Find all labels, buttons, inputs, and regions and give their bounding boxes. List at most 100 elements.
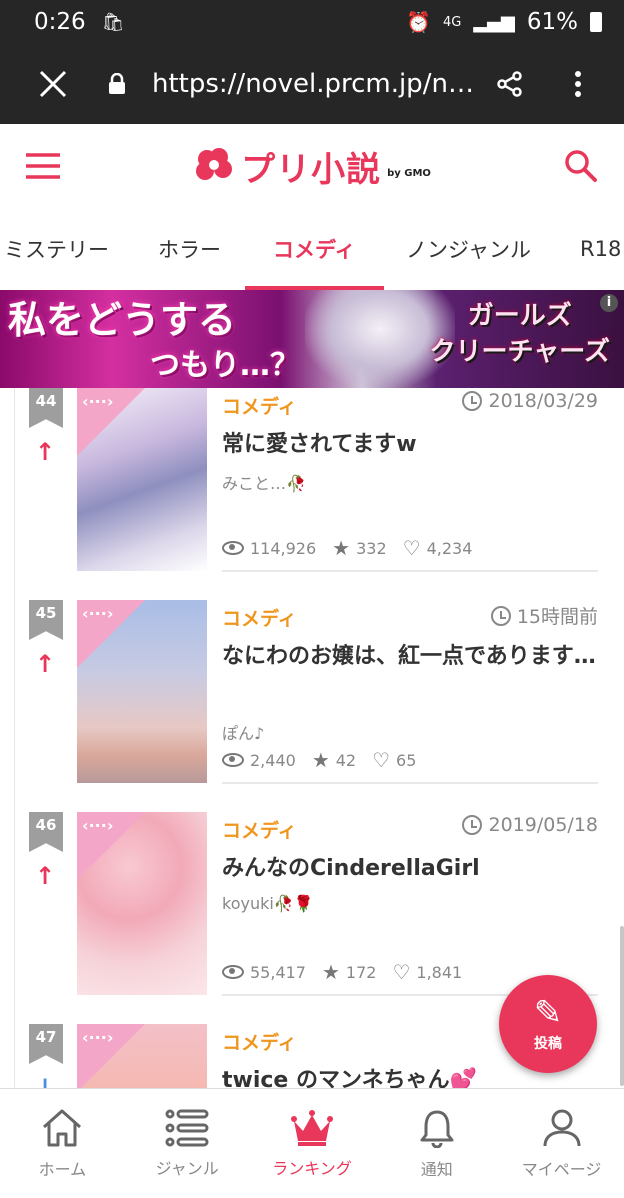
story-author[interactable]: koyuki🥀🌹 bbox=[222, 894, 314, 913]
bookmark-dots-icon: ‹···› bbox=[82, 392, 114, 411]
network-label: 4G bbox=[442, 14, 462, 30]
shop-notification-icon: 🛍 bbox=[101, 11, 125, 33]
ad-info-icon[interactable]: i bbox=[600, 294, 618, 312]
status-bar: 0:26 🛍 ⏰ 4G ▂▄▆ 61% bbox=[0, 0, 624, 44]
browser-url-bar: https://novel.prcm.jp/nove… bbox=[0, 44, 624, 124]
genre-label: コメディ bbox=[222, 820, 297, 842]
lock-icon bbox=[109, 73, 125, 94]
list-icon bbox=[165, 1109, 209, 1146]
rank-up-icon: ↑ bbox=[35, 438, 56, 466]
pencil-icon: ✎ bbox=[533, 993, 563, 1033]
genre-tabs: ミステリー ホラー コメディ ノンジャンル R18 bbox=[0, 208, 624, 290]
banner-copy-line1: 私をどうする bbox=[8, 298, 237, 342]
crown-icon bbox=[290, 1109, 333, 1146]
nav-home-label: ホーム bbox=[38, 1159, 87, 1179]
clock-icon bbox=[490, 605, 511, 626]
view-count: 114,926 bbox=[250, 538, 317, 558]
star-icon: ★ bbox=[332, 536, 351, 560]
views-icon bbox=[222, 753, 244, 767]
battery-icon bbox=[590, 12, 602, 32]
rank-down-icon: ↓ bbox=[35, 1074, 56, 1088]
search-icon[interactable] bbox=[564, 149, 598, 183]
rank-up-icon: ↑ bbox=[35, 862, 56, 890]
view-count: 2,440 bbox=[250, 750, 296, 770]
like-count: 65 bbox=[396, 750, 417, 770]
ad-banner[interactable]: 私をどうする つもり…？ ガールズ クリーチャーズ i bbox=[0, 290, 624, 388]
story-title[interactable]: みんなのCinderellaGirl bbox=[222, 852, 598, 885]
page-scrollbar[interactable] bbox=[620, 926, 624, 1086]
updated-date: 2019/05/18 bbox=[488, 814, 598, 836]
tab-nongenre[interactable]: ノンジャンル bbox=[406, 208, 531, 290]
star-icon: ★ bbox=[311, 748, 330, 772]
ranking-item[interactable]: 44 ↑ ‹···› コメディ 2018/03/29 常に愛されてますw みこと… bbox=[15, 388, 615, 600]
battery-percent: 61% bbox=[526, 9, 578, 35]
like-count: 1,841 bbox=[416, 962, 463, 982]
views-icon bbox=[222, 965, 244, 979]
tab-comedy[interactable]: コメディ bbox=[245, 208, 383, 290]
banner-game-title-line1: ガールズ bbox=[467, 301, 572, 331]
logo-text: プリ小説 bbox=[241, 149, 382, 190]
flower-logo-icon bbox=[196, 148, 233, 180]
nav-notifications-label: 通知 bbox=[420, 1159, 453, 1179]
like-count: 4,234 bbox=[426, 538, 473, 558]
rank-up-icon: ↑ bbox=[35, 650, 56, 678]
app-header: プリ小説 by GMO bbox=[0, 124, 624, 208]
view-count: 55,417 bbox=[250, 962, 306, 982]
story-thumbnail[interactable]: ‹···› bbox=[77, 388, 207, 571]
updated-date: 15時間前 bbox=[516, 606, 598, 628]
clock-icon bbox=[462, 815, 483, 835]
tab-r18[interactable]: R18 bbox=[580, 208, 621, 290]
heart-icon: ♡ bbox=[392, 960, 411, 984]
story-author[interactable]: ぽん♪ bbox=[222, 720, 264, 744]
clock-icon bbox=[462, 391, 483, 411]
alarm-icon: ⏰ bbox=[406, 10, 431, 34]
rank-badge: 47 bbox=[29, 1024, 63, 1064]
rank-badge: 45 bbox=[29, 600, 63, 640]
tab-mystery[interactable]: ミステリー bbox=[4, 208, 109, 290]
nav-genre-label: ジャンル bbox=[155, 1158, 219, 1178]
heart-icon: ♡ bbox=[402, 536, 421, 560]
more-menu-icon[interactable] bbox=[574, 70, 582, 98]
nav-genre[interactable]: ジャンル bbox=[125, 1089, 250, 1198]
story-thumbnail[interactable]: ‹···› bbox=[77, 1024, 207, 1088]
nav-notifications[interactable]: 通知 bbox=[374, 1089, 499, 1198]
story-title[interactable]: なにわのお嬢は、紅一点であります… bbox=[222, 640, 598, 673]
nav-ranking-label: ランキング bbox=[272, 1158, 352, 1178]
rank-badge: 44 bbox=[29, 388, 63, 428]
nav-mypage-label: マイページ bbox=[521, 1159, 602, 1179]
close-icon[interactable] bbox=[38, 69, 68, 99]
nav-mypage[interactable]: マイページ bbox=[499, 1089, 624, 1198]
bookmark-dots-icon: ‹···› bbox=[82, 816, 114, 835]
hamburger-menu-icon[interactable] bbox=[26, 153, 60, 179]
nav-home[interactable]: ホーム bbox=[0, 1089, 125, 1198]
url-text[interactable]: https://novel.prcm.jp/nove… bbox=[152, 69, 482, 99]
story-title[interactable]: 常に愛されてますw bbox=[222, 428, 598, 461]
bookmark-dots-icon: ‹···› bbox=[82, 1028, 114, 1047]
person-icon bbox=[543, 1109, 581, 1146]
tab-horror[interactable]: ホラー bbox=[158, 208, 221, 290]
star-count: 332 bbox=[356, 538, 387, 558]
star-count: 172 bbox=[345, 962, 377, 982]
genre-label: コメディ bbox=[222, 608, 297, 630]
genre-label: コメディ bbox=[222, 396, 297, 418]
post-button-label: 投稿 bbox=[534, 1036, 562, 1052]
star-icon: ★ bbox=[321, 960, 340, 984]
story-thumbnail[interactable]: ‹···› bbox=[77, 600, 207, 783]
story-author[interactable]: みこと…🥀 bbox=[222, 470, 306, 494]
status-time: 0:26 bbox=[34, 9, 86, 35]
ranking-item[interactable]: 45 ↑ ‹···› コメディ 15時間前 なにわのお嬢は、紅一点であります… … bbox=[15, 600, 615, 812]
banner-copy-line2: つもり…？ bbox=[150, 348, 300, 383]
logo-by-text: by GMO bbox=[387, 167, 431, 179]
site-logo[interactable]: プリ小説 by GMO bbox=[193, 142, 431, 191]
share-icon[interactable] bbox=[496, 70, 524, 98]
bookmark-dots-icon: ‹···› bbox=[82, 604, 114, 623]
updated-date: 2018/03/29 bbox=[488, 390, 598, 412]
home-icon bbox=[43, 1109, 82, 1146]
post-button[interactable]: ✎ 投稿 bbox=[499, 975, 597, 1073]
heart-icon: ♡ bbox=[372, 748, 391, 772]
star-count: 42 bbox=[335, 750, 357, 770]
nav-ranking[interactable]: ランキング bbox=[250, 1089, 375, 1198]
bell-icon bbox=[420, 1110, 454, 1148]
banner-game-title: ガールズ クリーチャーズ bbox=[430, 298, 610, 370]
story-thumbnail[interactable]: ‹···› bbox=[77, 812, 207, 995]
